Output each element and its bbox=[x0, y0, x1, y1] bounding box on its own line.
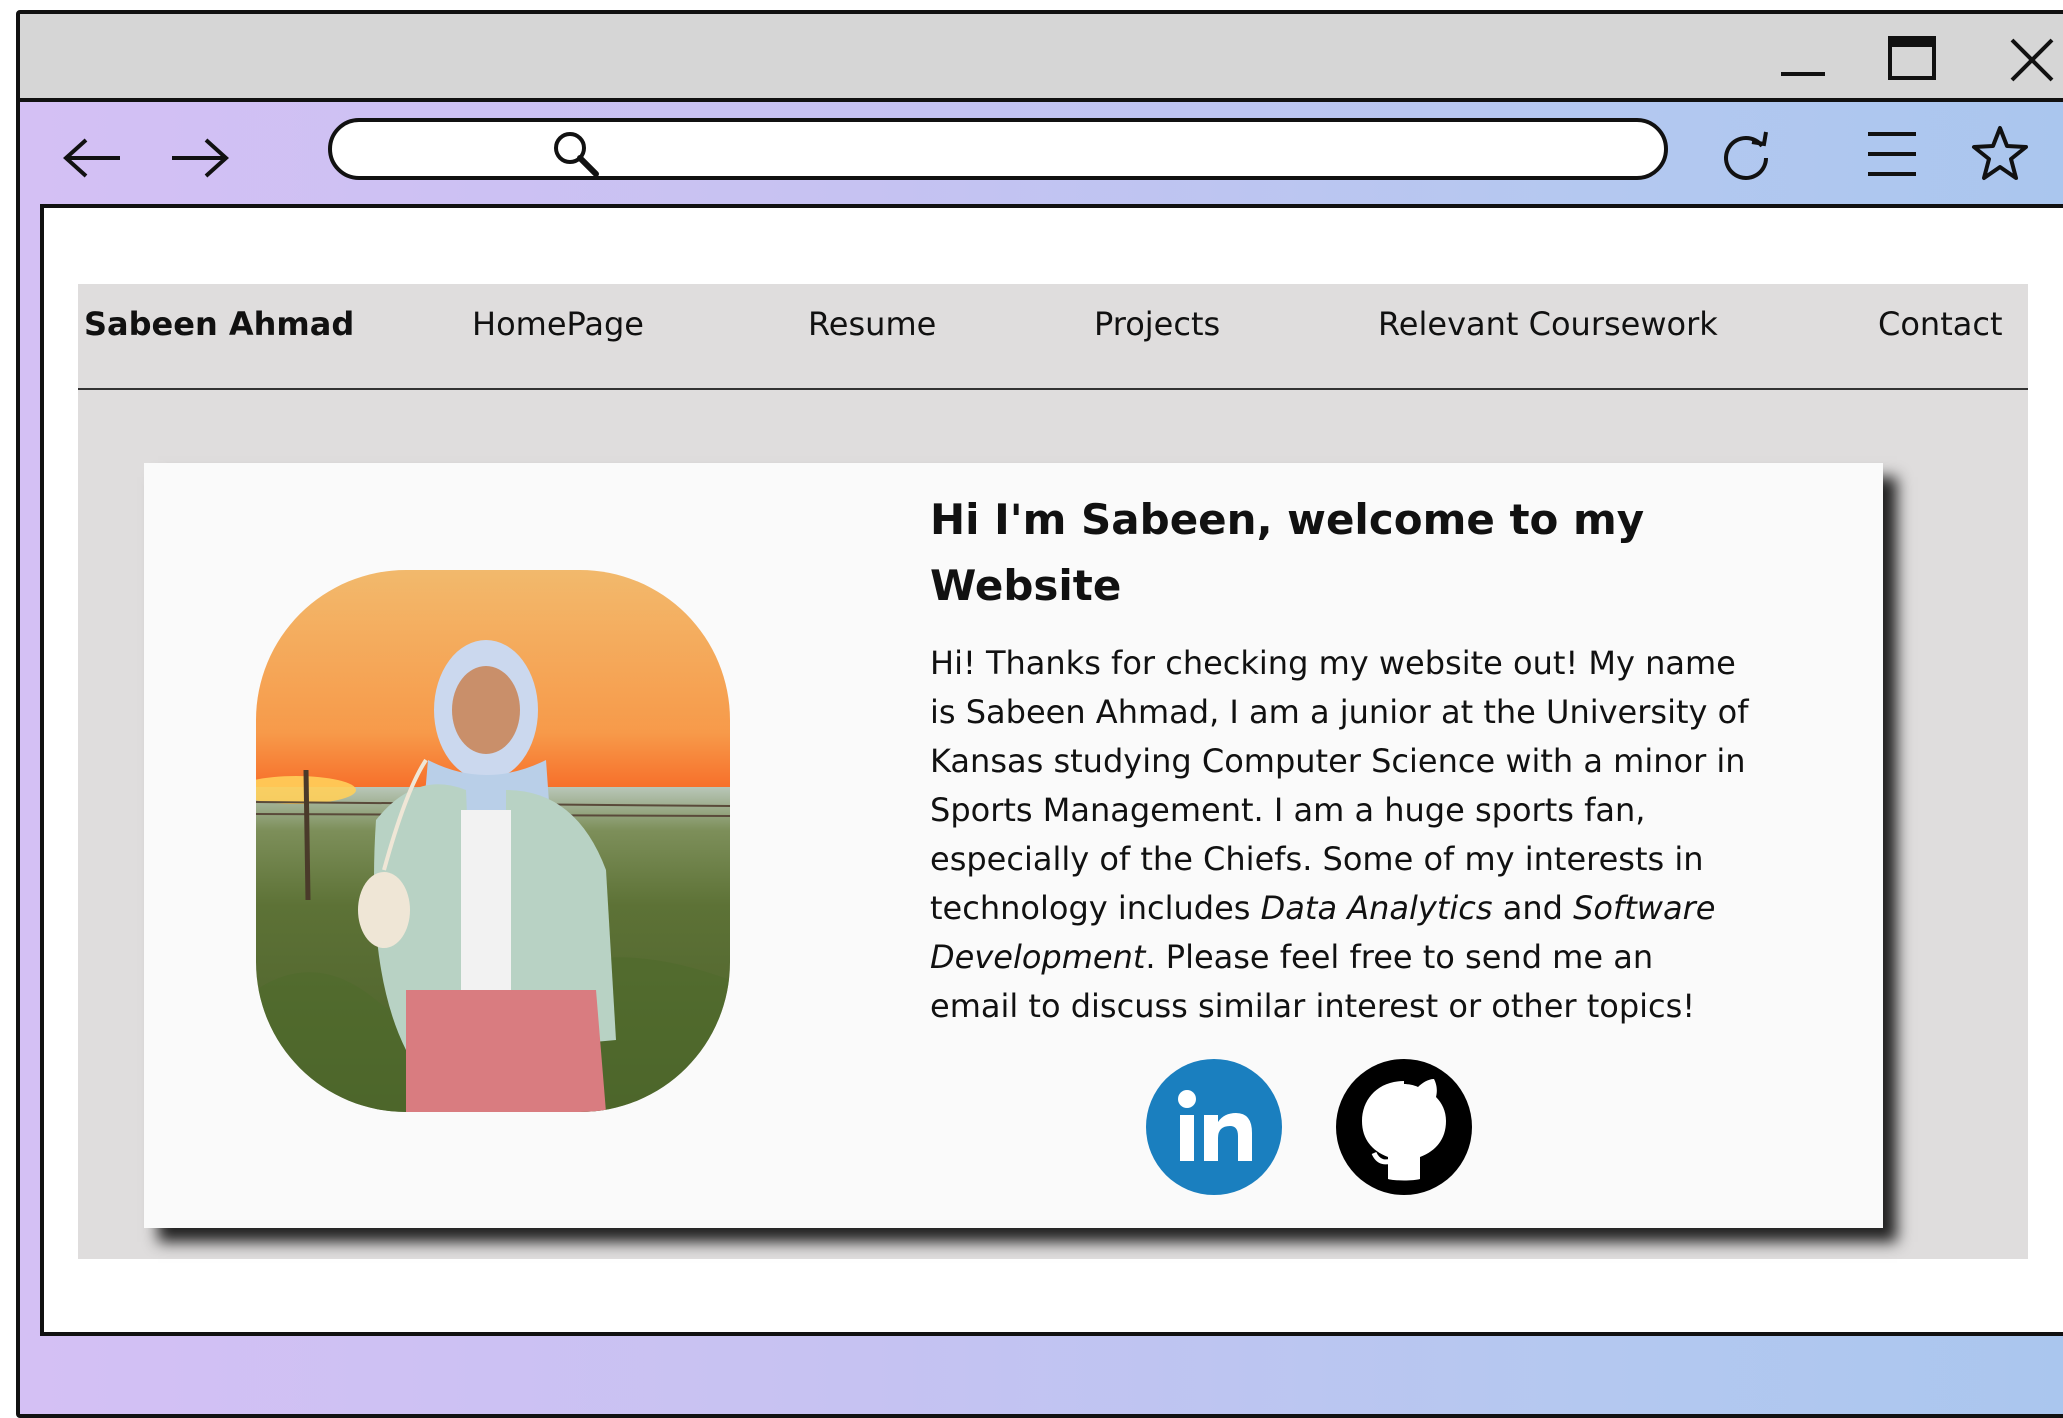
profile-photo bbox=[256, 570, 730, 1112]
bio-paragraph: Hi! Thanks for checking my website out! … bbox=[930, 639, 1750, 1031]
browser-toolbar bbox=[20, 102, 2063, 202]
address-bar[interactable] bbox=[328, 118, 1668, 180]
nav-item-homepage[interactable]: HomePage bbox=[472, 284, 644, 388]
arrow-right-icon[interactable] bbox=[166, 130, 234, 186]
page-viewport: Sabeen Ahmad HomePage Resume Projects Re… bbox=[40, 204, 2063, 1336]
site-brand[interactable]: Sabeen Ahmad bbox=[84, 284, 354, 388]
title-bar bbox=[20, 14, 2063, 102]
linkedin-icon[interactable] bbox=[1146, 1059, 1282, 1195]
nav-item-projects[interactable]: Projects bbox=[1094, 284, 1220, 388]
bio-text: and bbox=[1492, 889, 1574, 927]
intro-card: Hi I'm Sabeen, welcome to my Website Hi!… bbox=[144, 463, 1883, 1228]
arrow-left-icon[interactable] bbox=[58, 130, 126, 186]
bio-text: Hi! Thanks for checking my website out! … bbox=[930, 644, 1749, 927]
greeting-heading: Hi I'm Sabeen, welcome to my Website bbox=[930, 495, 1645, 610]
github-icon[interactable] bbox=[1336, 1059, 1472, 1195]
nav-item-contact[interactable]: Contact bbox=[1878, 284, 2003, 388]
bio-emphasis-data-analytics: Data Analytics bbox=[1260, 889, 1493, 927]
minimize-icon[interactable] bbox=[1775, 32, 1831, 88]
maximize-icon[interactable] bbox=[1884, 32, 1940, 88]
star-icon[interactable] bbox=[1970, 124, 2030, 184]
nav-item-resume[interactable]: Resume bbox=[808, 284, 936, 388]
search-icon bbox=[554, 132, 599, 177]
close-icon[interactable] bbox=[2004, 32, 2060, 88]
site-navbar: Sabeen Ahmad HomePage Resume Projects Re… bbox=[78, 284, 2028, 390]
nav-item-relevant-coursework[interactable]: Relevant Coursework bbox=[1378, 284, 1718, 388]
url-input[interactable] bbox=[622, 130, 1626, 172]
reload-icon[interactable] bbox=[1716, 124, 1776, 184]
website: Sabeen Ahmad HomePage Resume Projects Re… bbox=[78, 284, 2028, 1259]
hamburger-menu-icon[interactable] bbox=[1862, 124, 1922, 184]
browser-window: Sabeen Ahmad HomePage Resume Projects Re… bbox=[16, 10, 2063, 1418]
